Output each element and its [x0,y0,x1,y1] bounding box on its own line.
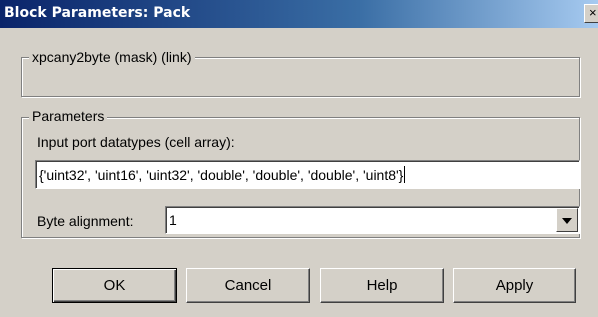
byte-alignment-caption: Byte alignment: [37,213,134,229]
block-parameters-dialog: Block Parameters: Pack × xpcany2byte (ma… [0,0,598,317]
parameters-group-label: Parameters [29,108,108,124]
apply-button[interactable]: Apply [453,268,576,303]
window-title: Block Parameters: Pack [4,5,191,21]
byte-alignment-value: 1 [169,212,177,228]
ok-button[interactable]: OK [52,268,177,303]
cancel-button[interactable]: Cancel [186,268,310,303]
datatypes-input[interactable]: {'uint32', 'uint16', 'uint32', 'double',… [35,160,580,189]
datatypes-caption: Input port datatypes (cell array): [37,134,235,150]
help-button[interactable]: Help [320,268,444,303]
text-caret [404,166,406,183]
close-icon[interactable]: × [589,5,597,20]
close-button[interactable]: × [584,4,598,23]
mask-group-label: xpcany2byte (mask) (link) [29,49,195,65]
datatypes-input-value: {'uint32', 'uint16', 'uint32', 'double',… [39,166,404,183]
chevron-down-icon [562,218,572,224]
byte-alignment-dropdown-button[interactable] [556,208,578,232]
byte-alignment-select[interactable]: 1 [165,206,580,234]
title-bar[interactable]: Block Parameters: Pack × [0,0,598,28]
